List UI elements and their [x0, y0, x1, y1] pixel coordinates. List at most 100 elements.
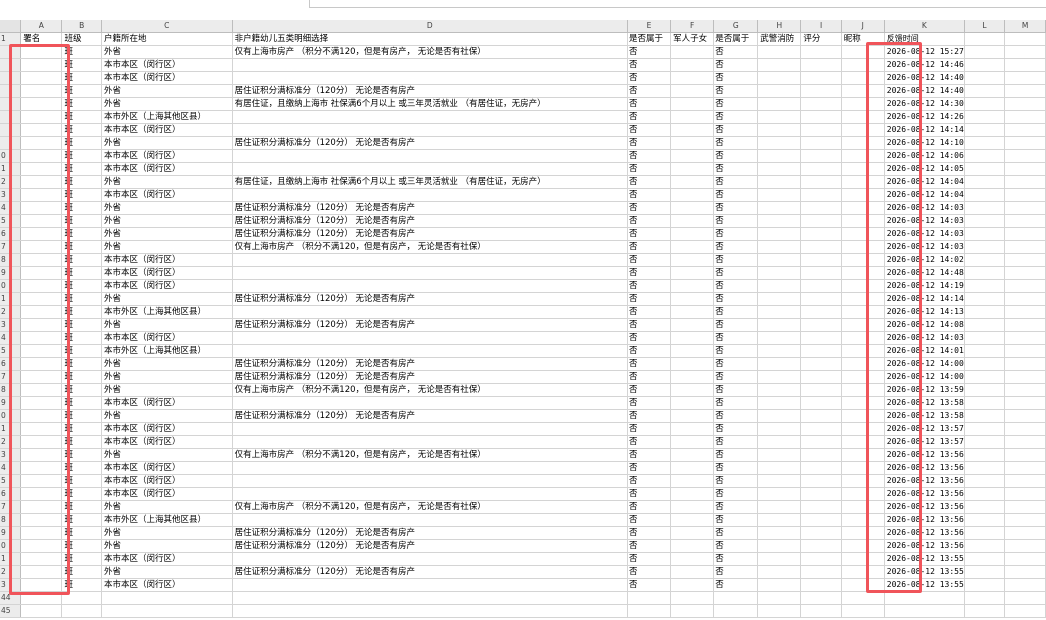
cell-h[interactable]	[757, 266, 802, 280]
cell-a[interactable]	[20, 45, 63, 59]
cell-d[interactable]	[232, 279, 629, 293]
cell-c[interactable]: 外省	[101, 526, 233, 540]
cell-i[interactable]: 评分	[800, 32, 842, 46]
cell-f[interactable]: 军人子女	[670, 32, 715, 46]
cell-l[interactable]	[964, 110, 1006, 124]
cell-i[interactable]	[800, 357, 842, 371]
cell-e[interactable]: 否	[627, 500, 672, 514]
cell-a[interactable]	[20, 357, 63, 371]
cell-b[interactable]: 班	[61, 266, 102, 280]
cell-g[interactable]	[713, 604, 759, 618]
cell-i[interactable]	[800, 58, 842, 72]
formula-bar[interactable]	[309, 0, 1046, 8]
cell-k[interactable]: 2026-08-12 13:56	[884, 500, 965, 514]
cell-a[interactable]	[20, 162, 63, 176]
cell-j[interactable]	[841, 448, 885, 462]
row-number[interactable]: 3	[0, 318, 22, 332]
cell-k[interactable]: 2026-08-12 14:46	[884, 58, 965, 72]
row-number[interactable]: 1	[0, 162, 22, 176]
cell-d[interactable]	[232, 110, 629, 124]
cell-a[interactable]: 署名	[20, 32, 63, 46]
cell-l[interactable]	[964, 409, 1006, 423]
cell-l[interactable]	[964, 279, 1006, 293]
cell-d[interactable]: 有居住证，且缴纳上海市 社保满6个月以上 或三年灵活就业 （有居住证，无房产）	[232, 97, 629, 111]
cell-j[interactable]	[841, 279, 885, 293]
cell-g[interactable]: 否	[713, 435, 759, 449]
cell-m[interactable]	[1004, 318, 1046, 332]
cell-a[interactable]	[20, 149, 63, 163]
cell-m[interactable]	[1004, 84, 1046, 98]
cell-l[interactable]	[964, 45, 1006, 59]
cell-j[interactable]	[841, 292, 885, 306]
cell-f[interactable]	[670, 565, 715, 579]
cell-i[interactable]	[800, 318, 842, 332]
cell-f[interactable]	[670, 253, 715, 267]
cell-c[interactable]: 外省	[101, 448, 233, 462]
row-number[interactable]: 0	[0, 279, 22, 293]
cell-f[interactable]	[670, 461, 715, 475]
cell-j[interactable]	[841, 58, 885, 72]
cell-f[interactable]	[670, 604, 715, 618]
cell-m[interactable]	[1004, 227, 1046, 241]
row-number[interactable]: 3	[0, 578, 22, 592]
cell-d[interactable]	[232, 578, 629, 592]
cell-m[interactable]	[1004, 149, 1046, 163]
cell-e[interactable]: 否	[627, 357, 672, 371]
cell-g[interactable]: 否	[713, 58, 759, 72]
cell-m[interactable]	[1004, 214, 1046, 228]
cell-b[interactable]: 班级	[61, 32, 102, 46]
cell-k[interactable]: 2026-08-12 14:03	[884, 240, 965, 254]
cell-g[interactable]: 否	[713, 344, 759, 358]
cell-f[interactable]	[670, 422, 715, 436]
cell-j[interactable]	[841, 461, 885, 475]
cell-c[interactable]: 外省	[101, 292, 233, 306]
row-number[interactable]: 8	[0, 253, 22, 267]
cell-c[interactable]: 本市本区（闵行区）	[101, 149, 233, 163]
cell-k[interactable]: 2026-08-12 13:57	[884, 435, 965, 449]
cell-j[interactable]	[841, 175, 885, 189]
row-number[interactable]: 45	[0, 604, 22, 618]
cell-m[interactable]	[1004, 292, 1046, 306]
cell-k[interactable]: 反馈时间	[884, 32, 965, 46]
cell-h[interactable]	[757, 305, 802, 319]
cell-j[interactable]	[841, 123, 885, 137]
cell-h[interactable]	[757, 97, 802, 111]
row-number[interactable]: 7	[0, 240, 22, 254]
cell-e[interactable]	[627, 591, 672, 605]
row-number[interactable]: 5	[0, 214, 22, 228]
cell-m[interactable]	[1004, 305, 1046, 319]
cell-d[interactable]	[232, 435, 629, 449]
cell-g[interactable]: 否	[713, 162, 759, 176]
cell-g[interactable]: 否	[713, 487, 759, 501]
cell-g[interactable]: 否	[713, 526, 759, 540]
cell-b[interactable]: 班	[61, 370, 102, 384]
column-header-i[interactable]: I	[800, 20, 842, 33]
cell-j[interactable]	[841, 188, 885, 202]
cell-l[interactable]	[964, 591, 1006, 605]
cell-e[interactable]: 否	[627, 175, 672, 189]
cell-h[interactable]	[757, 227, 802, 241]
cell-e[interactable]: 否	[627, 149, 672, 163]
cell-a[interactable]	[20, 175, 63, 189]
cell-f[interactable]	[670, 214, 715, 228]
cell-a[interactable]	[20, 448, 63, 462]
cell-m[interactable]	[1004, 474, 1046, 488]
cell-l[interactable]	[964, 474, 1006, 488]
column-header-j[interactable]: J	[841, 20, 885, 33]
cell-h[interactable]	[757, 240, 802, 254]
cell-d[interactable]	[232, 188, 629, 202]
cell-g[interactable]: 否	[713, 266, 759, 280]
row-number[interactable]: 5	[0, 474, 22, 488]
cell-a[interactable]	[20, 539, 63, 553]
cell-e[interactable]: 否	[627, 279, 672, 293]
cell-f[interactable]	[670, 84, 715, 98]
row-number[interactable]: 3	[0, 448, 22, 462]
cell-e[interactable]: 否	[627, 227, 672, 241]
cell-m[interactable]	[1004, 279, 1046, 293]
cell-i[interactable]	[800, 565, 842, 579]
cell-m[interactable]	[1004, 45, 1046, 59]
cell-c[interactable]: 本市本区（闵行区）	[101, 331, 233, 345]
cell-a[interactable]	[20, 461, 63, 475]
cell-d[interactable]: 居住证积分满标准分（120分） 无论是否有房产	[232, 370, 629, 384]
row-number[interactable]: 9	[0, 396, 22, 410]
